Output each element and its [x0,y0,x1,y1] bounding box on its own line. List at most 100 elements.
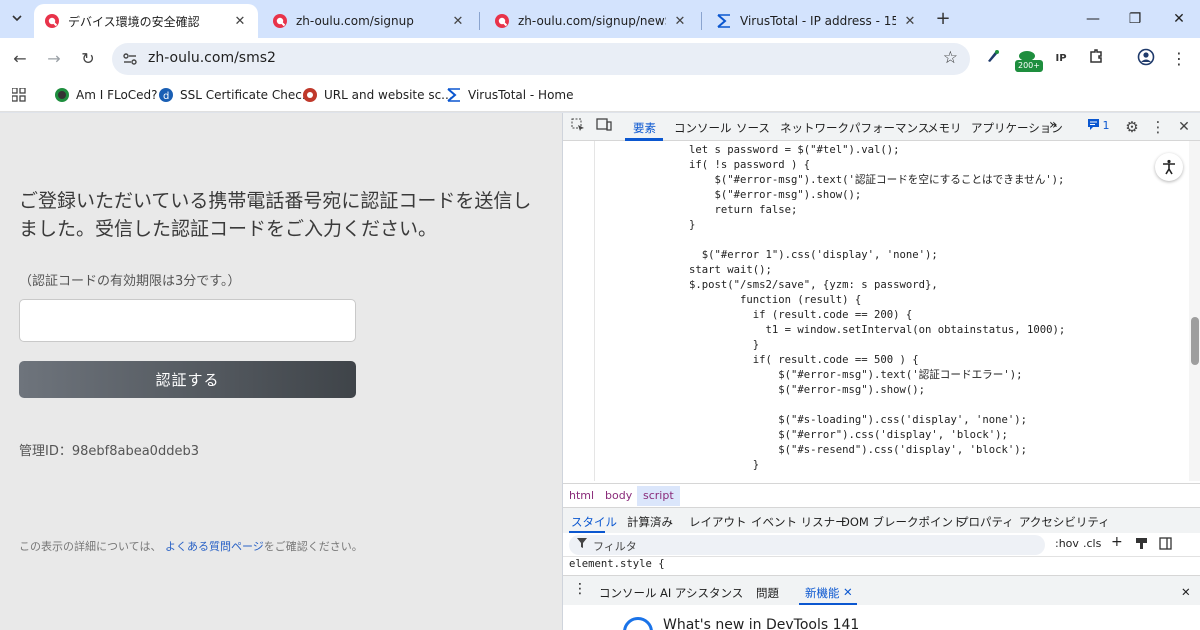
drawer-tab-ai-assistance[interactable]: AI アシスタンス [660,585,743,601]
code-line: function (result) { [689,294,862,306]
bookmark-item[interactable]: d SSL Certificate Chec... [158,87,313,103]
drawer-tab-console[interactable]: コンソール [599,585,657,601]
bookmark-item[interactable]: VirusTotal - Home [446,87,574,103]
tab-0[interactable]: デバイス環境の安全確認 ✕ [34,4,258,38]
bookmark-item[interactable]: URL and website sc... [302,87,453,103]
cls-toggle[interactable]: .cls [1083,537,1101,550]
subtab-computed[interactable]: 計算済み [627,514,673,530]
verification-code-input[interactable] [19,299,356,342]
code-line: } [689,459,760,471]
urlscan-favicon-icon [303,88,317,102]
new-tab-button[interactable]: + [930,8,956,32]
svg-text:d: d [163,91,169,102]
code-line: if (result.code == 200) { [689,309,913,321]
subtab-styles[interactable]: スタイル [571,514,617,530]
tab-separator [479,12,480,30]
issue-flag-icon [1088,119,1099,130]
ip-extension-icon[interactable]: IP [1050,48,1072,70]
url-text[interactable]: zh-oulu.com/sms2 [148,50,276,66]
tab-search-button[interactable] [4,6,30,30]
devtools-tab-console[interactable]: コンソール [674,120,732,136]
new-style-rule-icon[interactable]: + [1111,534,1123,550]
tab-2[interactable]: zh-oulu.com/signup/newSave ✕ [484,4,698,38]
drawer-tab-issues[interactable]: 問題 [756,585,779,601]
tab-1[interactable]: zh-oulu.com/signup ✕ [262,4,476,38]
minimize-button[interactable]: — [1078,8,1108,30]
tab-close-icon[interactable]: ✕ [232,14,248,29]
subtab-layout[interactable]: レイアウト [689,514,747,530]
q-favicon-icon [273,14,287,28]
breadcrumb-script[interactable]: script [637,486,680,506]
element-style-rule[interactable]: element.style { [569,558,665,570]
bookmark-label: Am I FLoCed? [76,88,158,102]
faq-link[interactable]: よくある質問ページ [165,540,264,553]
devtools-close-icon[interactable]: ✕ [1175,118,1193,136]
code-line: $("#s-loading").css('display', 'none'); [689,414,1028,426]
forward-button[interactable]: → [42,47,66,71]
drawer-close-icon[interactable]: ✕ [1181,585,1191,599]
whats-new-title: What's new in DevTools 141 [663,617,860,630]
more-tabs-icon[interactable]: » [1049,117,1058,133]
toggle-sidebar-icon[interactable] [1159,537,1172,553]
ssl-favicon-icon: d [159,88,173,102]
browser-menu-icon[interactable]: ⋮ [1168,48,1190,70]
tab-close-icon[interactable]: ✕ [902,14,918,29]
devtools-tab-network[interactable]: ネットワーク [780,120,849,136]
apps-grid-icon[interactable] [12,88,26,102]
drawer-menu-icon[interactable]: ⋮ [573,581,587,597]
styles-filter-input[interactable]: フィルタ [569,535,1045,555]
tab-title: zh-oulu.com/signup/newSave [518,14,666,28]
verify-button[interactable]: 認証する [19,361,356,398]
code-line: if( result.code == 500 ) { [689,354,919,366]
scrollbar-thumb[interactable] [1191,317,1199,365]
browser-toolbar: ← → ↻ zh-oulu.com/sms2 ☆ IP ⋮ [0,38,1200,80]
code-line: $("#s-resend").css('display', 'block'); [689,444,1028,456]
site-info-icon[interactable] [122,51,138,67]
faq-suffix: をご確認ください。 [263,540,363,553]
devtools-drawer-tabs: ⋮ コンソール AI アシスタンス 問題 新機能 ✕ ✕ [563,575,1200,606]
devtools-tab-sources[interactable]: ソース [736,120,770,136]
subtab-dom-breakpoints[interactable]: DOM ブレークポイント [841,514,964,530]
q-favicon-icon [495,14,509,28]
devtools-tab-performance[interactable]: パフォーマンス [849,120,929,136]
extension-pen-icon[interactable] [982,48,1004,70]
device-toolbar-icon[interactable] [595,118,613,136]
bookmark-item[interactable]: Am I FLoCed? [54,87,158,103]
accessibility-icon[interactable] [1155,153,1183,181]
reload-button[interactable]: ↻ [76,47,100,71]
bookmark-star-icon[interactable]: ☆ [943,48,958,68]
subtab-event-listeners[interactable]: イベント リスナー [751,514,847,530]
address-bar[interactable]: zh-oulu.com/sms2 ☆ [112,43,970,75]
filter-funnel-icon [577,538,587,548]
back-button[interactable]: ← [8,47,32,71]
window-close-button[interactable]: ✕ [1164,8,1194,30]
breadcrumb-body[interactable]: body [605,489,632,502]
devtools-menu-icon[interactable]: ⋮ [1149,118,1167,136]
tab-close-icon[interactable]: ✕ [672,14,688,29]
drawer-tab-close-icon[interactable]: ✕ [843,585,853,599]
code-line: t1 = window.setInterval(on obtainstatus,… [689,324,1066,336]
hov-toggle[interactable]: :hov [1055,537,1079,550]
virustotal-favicon-icon [717,14,730,28]
breadcrumb-html[interactable]: html [569,489,594,502]
code-line: start wait(); [689,264,772,276]
restore-button[interactable]: ❐ [1120,8,1150,30]
tab-close-icon[interactable]: ✕ [450,14,466,29]
settings-gear-icon[interactable]: ⚙ [1123,118,1141,136]
inspect-element-icon[interactable] [569,118,587,136]
drawer-tab-whats-new[interactable]: 新機能 [805,585,840,601]
devtools-tab-memory[interactable]: メモリ [927,120,962,136]
code-line: return false; [689,204,798,216]
devtools-tab-elements[interactable]: 要素 [633,120,656,136]
extensions-puzzle-icon[interactable] [1085,48,1107,70]
code-scrollbar[interactable] [1189,141,1200,481]
tab-title: デバイス環境の安全確認 [68,14,200,29]
tab-3[interactable]: VirusTotal - IP address - 156.225 ✕ [706,4,928,38]
source-code-view[interactable]: let s password = $("#tel").val(); if( !s… [563,141,1189,481]
subtab-accessibility[interactable]: アクセシビリティ [1019,514,1110,530]
issues-counter[interactable]: 1 [1088,119,1110,132]
color-format-icon[interactable] [1135,537,1148,553]
subtab-properties[interactable]: プロパティ [957,514,1014,530]
code-line: $("#error").css('display', 'block'); [689,429,1008,441]
profile-avatar-icon[interactable] [1135,48,1157,70]
